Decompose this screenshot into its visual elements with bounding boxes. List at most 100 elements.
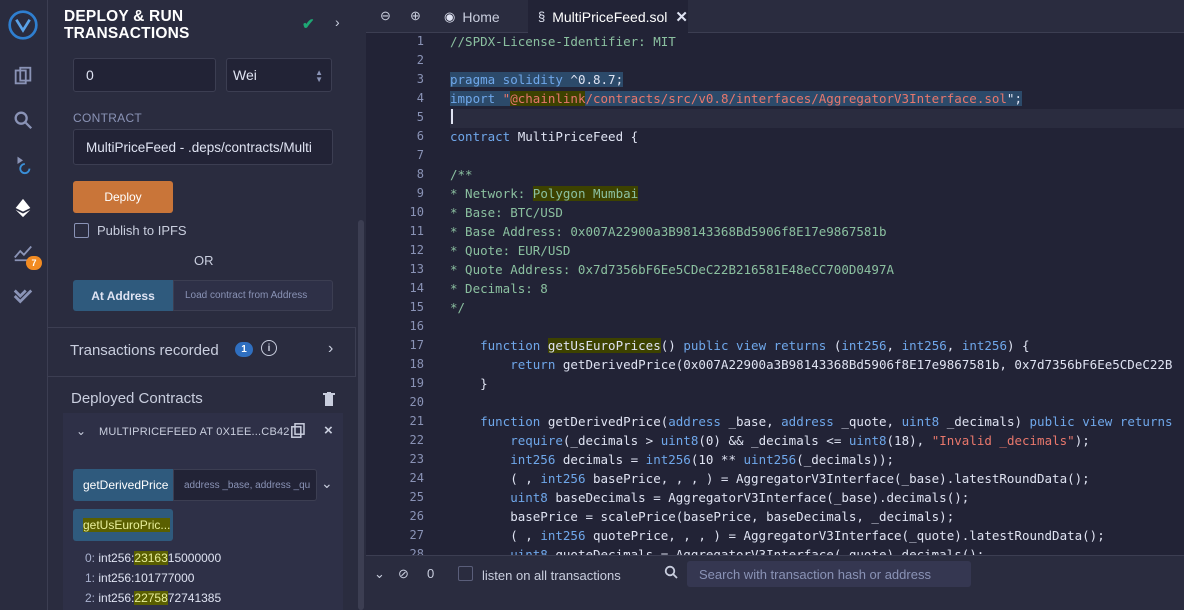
unit-select-value: Wei: [233, 67, 257, 83]
collapse-terminal-icon[interactable]: ⌄: [374, 566, 385, 582]
line-number: 14: [409, 281, 424, 295]
line-number: 2: [416, 53, 424, 67]
code-line-26: basePrice = scalePrice(basePrice, baseDe…: [450, 509, 955, 524]
solidity-compiler-icon[interactable]: [9, 150, 37, 178]
deploy-run-icon[interactable]: [9, 194, 37, 222]
listen-all-checkbox[interactable]: [458, 566, 473, 581]
remix-ide: 7 DEPLOY & RUN TRANSACTIONS ✔ › 0 Wei ▲ ▼…: [0, 0, 1184, 610]
line-number: 20: [409, 395, 424, 409]
line-number: 3: [416, 72, 424, 86]
transactions-recorded-section[interactable]: Transactions recorded 1 i ›: [48, 327, 356, 377]
close-tab-icon[interactable]: ✕: [675, 8, 688, 26]
zoom-in-icon[interactable]: ⊕: [410, 8, 421, 24]
at-address-button[interactable]: At Address: [73, 280, 173, 311]
unit-select[interactable]: Wei ▲ ▼: [226, 58, 332, 92]
code-line-24: ( , int256 basePrice, , , ) = Aggregator…: [450, 471, 1090, 486]
code-line-27: ( , int256 quotePrice, , , ) = Aggregato…: [450, 528, 1105, 543]
output-value: 15000000: [167, 551, 222, 565]
output-type: int256:: [98, 571, 135, 585]
chevron-right-icon[interactable]: ›: [335, 14, 340, 30]
publish-ipfs-checkbox[interactable]: [74, 223, 89, 238]
contract-instance: ⌄ MULTIPRICEFEED AT 0X1EE...CB42 × getDe…: [63, 413, 343, 610]
code-line-1: //SPDX-License-Identifier: MIT: [450, 34, 676, 49]
close-icon[interactable]: ×: [324, 422, 333, 439]
zoom-out-icon[interactable]: ⊖: [380, 8, 391, 24]
line-number: 28: [409, 547, 424, 555]
get-derived-price-input[interactable]: address _base, address _qu: [173, 469, 317, 501]
get-derived-price-button[interactable]: getDerivedPrice: [73, 469, 173, 501]
file-explorer-icon[interactable]: [9, 62, 37, 90]
tab-file-label: MultiPriceFeed.sol: [552, 8, 668, 25]
line-number: 16: [409, 319, 424, 333]
transactions-chevron-icon[interactable]: ›: [328, 340, 333, 358]
output-index: 2:: [85, 591, 96, 605]
line-number: 11: [409, 224, 424, 238]
code-editor[interactable]: 1 2 3 4 5 6 7 8 9 10 11 12 13 14 15 16 17 18 19 20 21 22 23 24 2…: [366, 33, 1184, 555]
search-icon[interactable]: [9, 106, 37, 134]
terminal-search-input[interactable]: Search with transaction hash or address: [687, 561, 971, 587]
deployed-contracts-title: Deployed Contracts: [71, 390, 203, 407]
code-line-23: int256 decimals = int256(10 ** uint256(_…: [450, 452, 895, 467]
tab-home-label: Home: [462, 8, 500, 25]
deploy-button[interactable]: Deploy: [73, 181, 173, 213]
terminal-bar: ⌄ ⊘ 0 listen on all transactions Search …: [366, 555, 1184, 610]
panel-scrollbar[interactable]: [358, 220, 364, 610]
code-line-3: pragma solidity ^0.8.7;: [450, 72, 624, 87]
terminal-search-icon: [664, 565, 678, 582]
line-number: 4: [416, 91, 424, 105]
tab-home[interactable]: ◉ Home: [442, 0, 528, 33]
chevron-down-icon[interactable]: ⌄: [76, 424, 86, 438]
solidity-file-icon: §: [538, 9, 546, 24]
code-line-28: uint8 quoteDecimals = AggregatorV3Interf…: [450, 547, 985, 555]
select-arrows-icon: ▲ ▼: [315, 68, 323, 84]
line-number: 13: [409, 262, 424, 276]
code-line-22: require(_decimals > uint8(0) && _decimal…: [450, 433, 1090, 448]
home-icon: ◉: [444, 8, 456, 24]
line-number: 7: [416, 148, 424, 162]
line-number-gutter: 1 2 3 4 5 6 7 8 9 10 11 12 13 14 15 16 17 18 19 20 21 22 23 24 2…: [366, 33, 438, 555]
line-number: 24: [409, 471, 424, 485]
code-line-14: * Decimals: 8: [450, 281, 548, 296]
text-cursor: [451, 109, 453, 124]
line-number: 12: [409, 243, 424, 257]
icon-rail: 7: [0, 0, 48, 610]
check-icon: ✔: [302, 16, 315, 33]
code-line-17: function getUsEuroPrices() public view r…: [450, 338, 1030, 353]
output-value: 72741385: [167, 591, 222, 605]
output-row-0: 0: int256:2316315000000: [85, 551, 221, 565]
at-address-input[interactable]: Load contract from Address: [173, 280, 333, 311]
line-number: 21: [409, 414, 424, 428]
remix-logo-icon[interactable]: [6, 8, 40, 42]
deploy-run-panel: DEPLOY & RUN TRANSACTIONS ✔ › 0 Wei ▲ ▼ C…: [48, 0, 366, 610]
clear-console-icon[interactable]: ⊘: [398, 566, 409, 582]
current-line-highlight: [450, 109, 1184, 128]
line-number: 8: [416, 167, 424, 181]
instance-title[interactable]: MULTIPRICEFEED AT 0X1EE...CB42: [99, 426, 290, 438]
info-icon[interactable]: i: [261, 340, 277, 356]
or-label: OR: [194, 253, 214, 268]
code-line-19: }: [450, 376, 488, 391]
double-check-icon[interactable]: [9, 282, 37, 310]
output-index: 0:: [85, 551, 96, 565]
line-number: 22: [409, 433, 424, 447]
notification-badge: 7: [26, 256, 42, 270]
contract-select[interactable]: MultiPriceFeed - .deps/contracts/Multi: [73, 129, 333, 165]
line-number: 23: [409, 452, 424, 466]
code-line-21: function getDerivedPrice(address _base, …: [450, 414, 1173, 429]
tab-multipricefeed[interactable]: § MultiPriceFeed.sol ✕: [528, 0, 688, 33]
publish-ipfs-label: Publish to IPFS: [97, 223, 187, 238]
line-number: 25: [409, 490, 424, 504]
expand-chevron-icon[interactable]: ⌄: [321, 475, 333, 492]
pending-tx-count: 0: [427, 566, 435, 581]
code-line-25: uint8 baseDecimals = AggregatorV3Interfa…: [450, 490, 970, 505]
line-number: 26: [409, 509, 424, 523]
code-line-6: contract MultiPriceFeed {: [450, 129, 639, 144]
output-type: int256:: [98, 551, 135, 565]
trash-icon[interactable]: [323, 392, 335, 406]
get-us-euro-prices-button[interactable]: getUsEuroPric...: [73, 509, 173, 541]
line-number: 27: [409, 528, 424, 542]
value-input[interactable]: 0: [73, 58, 216, 92]
code-line-12: * Quote: EUR/USD: [450, 243, 571, 258]
copy-icon[interactable]: [291, 423, 305, 438]
line-number: 17: [409, 338, 424, 352]
